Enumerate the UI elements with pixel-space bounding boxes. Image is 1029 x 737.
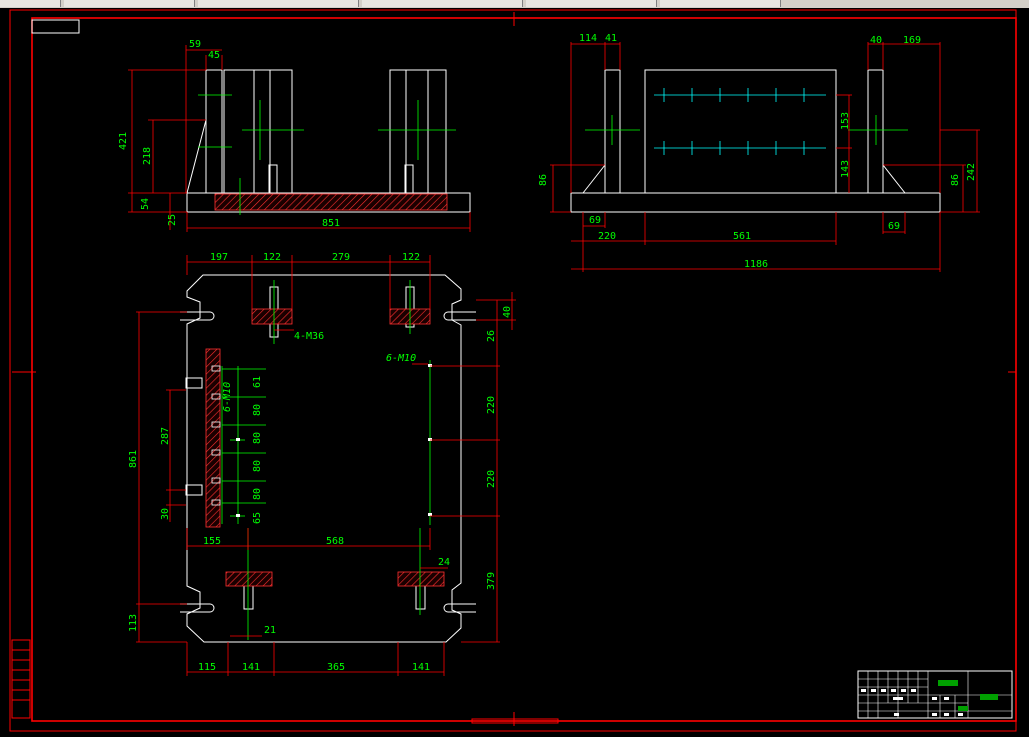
plan-dim-287: 287	[160, 427, 171, 445]
title-block	[857, 670, 1013, 719]
side-dim-114: 114	[579, 33, 597, 44]
callout-6-m10-left: 6-M10	[222, 382, 233, 412]
side-dim-69-right: 69	[888, 221, 900, 232]
side-dim-86-right: 86	[950, 174, 961, 186]
window-toolbar-strip	[0, 0, 1029, 8]
plan-dim-115: 115	[198, 662, 216, 673]
front-dim-45: 45	[208, 50, 220, 61]
toolbar-tab[interactable]	[0, 0, 61, 7]
plan-dim-379: 379	[486, 572, 497, 590]
side-dim-41: 41	[605, 33, 617, 44]
plan-dim-141-right: 141	[412, 662, 430, 673]
plan-dim-861: 861	[128, 450, 139, 468]
front-dim-851: 851	[322, 218, 340, 229]
plan-dim-61: 61	[252, 376, 263, 388]
plan-dim-24: 24	[438, 557, 450, 568]
side-dim-69-left: 69	[589, 215, 601, 226]
toolbar-tab[interactable]	[362, 0, 523, 7]
plan-dim-365: 365	[327, 662, 345, 673]
front-dim-421: 421	[118, 132, 129, 150]
plan-dim-21: 21	[264, 625, 276, 636]
plan-dim-30: 30	[160, 508, 171, 520]
plan-dim-26: 26	[486, 330, 497, 342]
side-dim-143: 143	[840, 160, 851, 178]
cad-drawing-canvas[interactable]: 59 45 421 218 54 25 851 114 41 40 169 15…	[0, 8, 1029, 737]
plan-dim-279: 279	[332, 252, 350, 263]
callout-6-m10-right: 6-M10	[386, 353, 416, 364]
plan-dim-141-left: 141	[242, 662, 260, 673]
front-dim-25: 25	[167, 214, 178, 226]
front-dim-218: 218	[142, 147, 153, 165]
plan-dim-220-top: 220	[486, 396, 497, 414]
plan-dim-197: 197	[210, 252, 228, 263]
plan-dim-122-right: 122	[402, 252, 420, 263]
side-dim-561: 561	[733, 231, 751, 242]
side-dim-242: 242	[966, 163, 977, 181]
plan-dim-80-1: 80	[252, 404, 263, 416]
drawing-frame	[9, 9, 1017, 732]
side-dim-86-left: 86	[538, 174, 549, 186]
side-dim-40: 40	[870, 35, 882, 46]
toolbar-tab[interactable]	[198, 0, 359, 7]
plan-dim-155: 155	[203, 536, 221, 547]
plan-dim-220-bottom: 220	[486, 470, 497, 488]
toolbar-tab[interactable]	[64, 0, 195, 7]
drawing-code-box	[31, 19, 80, 34]
side-dim-169: 169	[903, 35, 921, 46]
toolbar-tab[interactable]	[660, 0, 781, 7]
plan-dim-80-3: 80	[252, 460, 263, 472]
front-dim-54: 54	[140, 198, 151, 210]
callout-4-m36: 4-M36	[294, 331, 324, 342]
side-view: 114 41 40 169 153 143 86 86 242 69 69 22…	[538, 33, 980, 272]
side-dim-1186: 1186	[744, 259, 768, 270]
plan-dim-122-left: 122	[263, 252, 281, 263]
plan-dim-40: 40	[502, 306, 513, 318]
plan-dim-113: 113	[128, 614, 139, 632]
front-view: 59 45 421 218 54 25 851	[118, 39, 471, 232]
plan-dim-568: 568	[326, 536, 344, 547]
plan-dim-80-2: 80	[252, 432, 263, 444]
toolbar-tab[interactable]	[526, 0, 657, 7]
side-dim-153: 153	[840, 112, 851, 130]
plan-dim-65: 65	[252, 512, 263, 524]
front-dim-59: 59	[189, 39, 201, 50]
side-dim-220: 220	[598, 231, 616, 242]
plan-view: 197 122 279 122 40 26 220 220 379 861 28…	[128, 252, 516, 676]
plan-dim-80-4: 80	[252, 488, 263, 500]
